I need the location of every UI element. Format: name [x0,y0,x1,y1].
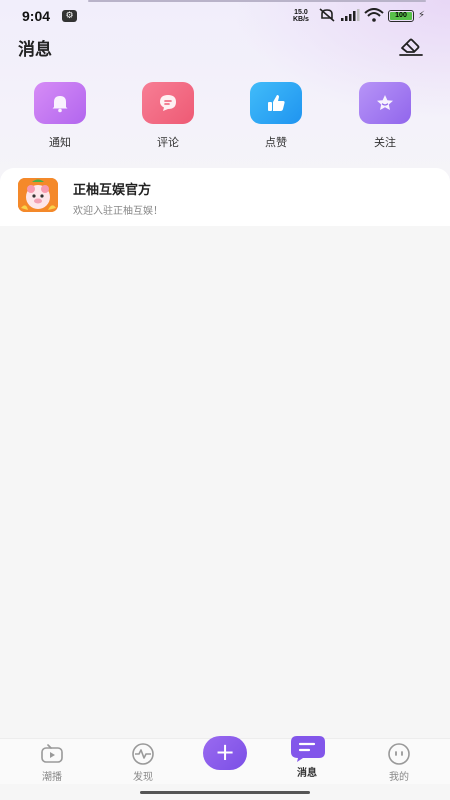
network-speed-unit: KB/s [293,16,309,23]
tab-label-trending: 潮播 [42,772,62,783]
mute-bell-icon [318,8,336,26]
signal-icon [340,8,360,26]
clear-unread-button[interactable] [398,34,424,58]
top-progress-line [88,0,426,2]
charging-icon: ⚡ [418,10,426,21]
eraser-icon [399,38,423,56]
tab-label-profile: 我的 [389,772,409,783]
quick-label-follows: 关注 [374,136,396,149]
chat-bubble-icon [277,733,337,763]
page-title: 消息 [18,40,52,60]
wrench-icon: ⚙ [62,10,77,22]
quick-item-notifications[interactable]: 通知 [20,82,100,150]
network-speed-value: 15.0 [294,9,308,16]
publish-button[interactable]: + [203,736,247,770]
tab-label-discover: 发现 [133,772,153,783]
network-speed: 15.0 KB/s [293,9,309,23]
status-bar: 9:04 ⚙ 15.0 KB/s 100 ⚡ [0,6,450,28]
comment-bubble-icon [142,82,194,124]
page-header: 消息 [0,32,450,62]
quick-label-comments: 评论 [157,136,179,149]
bell-icon [34,82,86,124]
battery-level: 100 [390,12,412,20]
message-title: 正柚互娱官方 [73,183,152,198]
tab-discover[interactable]: 发现 [113,743,173,783]
quick-label-notifications: 通知 [49,136,71,149]
battery-icon: 100 [388,10,414,22]
tab-trending[interactable]: 潮播 [22,743,82,783]
message-list-empty-area [0,226,450,738]
message-preview: 欢迎入驻正柚互娱！ [73,206,163,217]
tv-play-icon [22,743,82,765]
quick-actions: 通知 评论 点赞 关注 [0,82,450,158]
quick-item-likes[interactable]: 点赞 [236,82,316,150]
thumbs-up-icon [250,82,302,124]
tab-label-messages: 消息 [297,768,317,779]
quick-item-comments[interactable]: 评论 [128,82,208,150]
status-time: 9:04 [22,8,51,24]
tab-profile[interactable]: 我的 [369,743,429,783]
star-icon [359,82,411,124]
smiley-face-icon [369,743,429,765]
quick-label-likes: 点赞 [265,136,287,149]
pulse-icon [113,743,173,765]
message-list-item[interactable]: 正柚互娱官方 欢迎入驻正柚互娱！ [0,168,450,226]
app-logo-avatar [18,178,58,212]
tab-messages[interactable]: 消息 [277,733,337,779]
wifi-icon [364,8,384,26]
quick-item-follows[interactable]: 关注 [345,82,425,150]
home-indicator[interactable] [140,791,310,794]
